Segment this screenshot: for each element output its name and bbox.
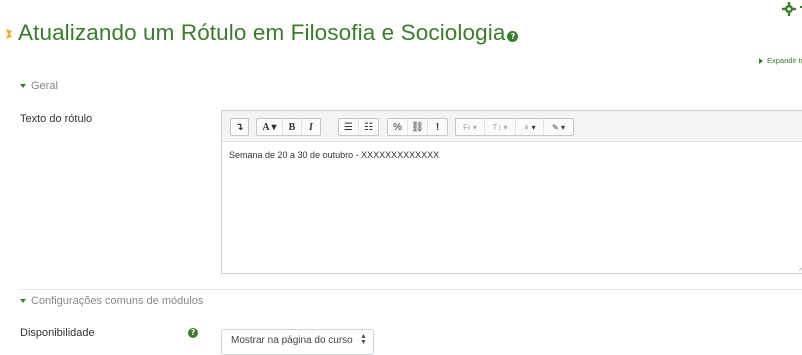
caret-right-icon	[759, 57, 763, 64]
font-family-button[interactable]: Fr ▾	[456, 119, 484, 135]
emoticon-button[interactable]: !	[427, 119, 447, 135]
section-module-settings-title: Configurações comuns de módulos	[31, 295, 204, 307]
section-divider	[20, 289, 802, 290]
toolbar-group-style: Fr ▾ T↕ ▾ ♀ ▾ ✎ ▾	[455, 118, 574, 136]
ordered-list-button[interactable]: ☷	[358, 119, 378, 135]
toolbar-group-lists: ☰ ☷	[338, 118, 379, 136]
question-circle-icon[interactable]: ?	[188, 328, 198, 338]
settings-cog-icon[interactable]	[781, 2, 797, 16]
availability-label: Disponibilidade	[20, 327, 95, 339]
clear-format-button[interactable]: ✎ ▾	[543, 119, 573, 135]
label-text-field-label: Texto do rótulo	[20, 113, 93, 125]
section-general-title: Geral	[31, 80, 58, 92]
section-module-settings-toggle[interactable]: Configurações comuns de módulos	[20, 295, 203, 307]
label-activity-icon	[6, 29, 12, 39]
font-color-button[interactable]: A ▾	[257, 119, 282, 135]
caret-down-icon	[20, 299, 26, 303]
font-size-button[interactable]: T↕ ▾	[484, 119, 515, 135]
toolbar-group-format: A ▾ B I	[256, 118, 321, 136]
page-title: Atualizando um Rótulo em Filosofia e Soc…	[18, 20, 506, 45]
caret-down-icon	[20, 84, 26, 88]
text-editor[interactable]: ↴ A ▾ B I ☰ ☷ % ⛓ ! Fr ▾ T↕ ▾ ♀ ▾ ✎ ▾ Se…	[221, 110, 802, 274]
availability-select-value: Mostrar na página do curso	[231, 335, 353, 346]
toolbar-group-links: % ⛓ !	[387, 118, 448, 136]
insert-button[interactable]: ♀ ▾	[515, 119, 543, 135]
italic-button[interactable]: I	[301, 119, 320, 135]
bold-button[interactable]: B	[282, 119, 301, 135]
availability-select[interactable]: Mostrar na página do curso ▲ ▼	[221, 329, 374, 355]
toolbar-group-collapse: ↴	[230, 118, 249, 136]
page-header: Atualizando um Rótulo em Filosofia e Soc…	[6, 18, 519, 48]
collapse-toolbar-button[interactable]: ↴	[231, 119, 248, 135]
editor-content[interactable]: Semana de 20 a 30 de outubro - XXXXXXXXX…	[229, 150, 439, 160]
expand-all-label: Expandir tudo	[767, 56, 802, 65]
section-general-toggle[interactable]: Geral	[20, 80, 58, 92]
unlink-button[interactable]: ⛓	[407, 119, 427, 135]
question-circle-icon[interactable]: ?	[507, 30, 519, 42]
select-arrows-icon: ▲ ▼	[360, 333, 367, 346]
link-button[interactable]: %	[388, 119, 407, 135]
expand-all-link[interactable]: Expandir tudo	[759, 56, 802, 65]
unordered-list-button[interactable]: ☰	[339, 119, 358, 135]
editor-toolbar: ↴ A ▾ B I ☰ ☷ % ⛓ ! Fr ▾ T↕ ▾ ♀ ▾ ✎ ▾	[222, 111, 802, 142]
